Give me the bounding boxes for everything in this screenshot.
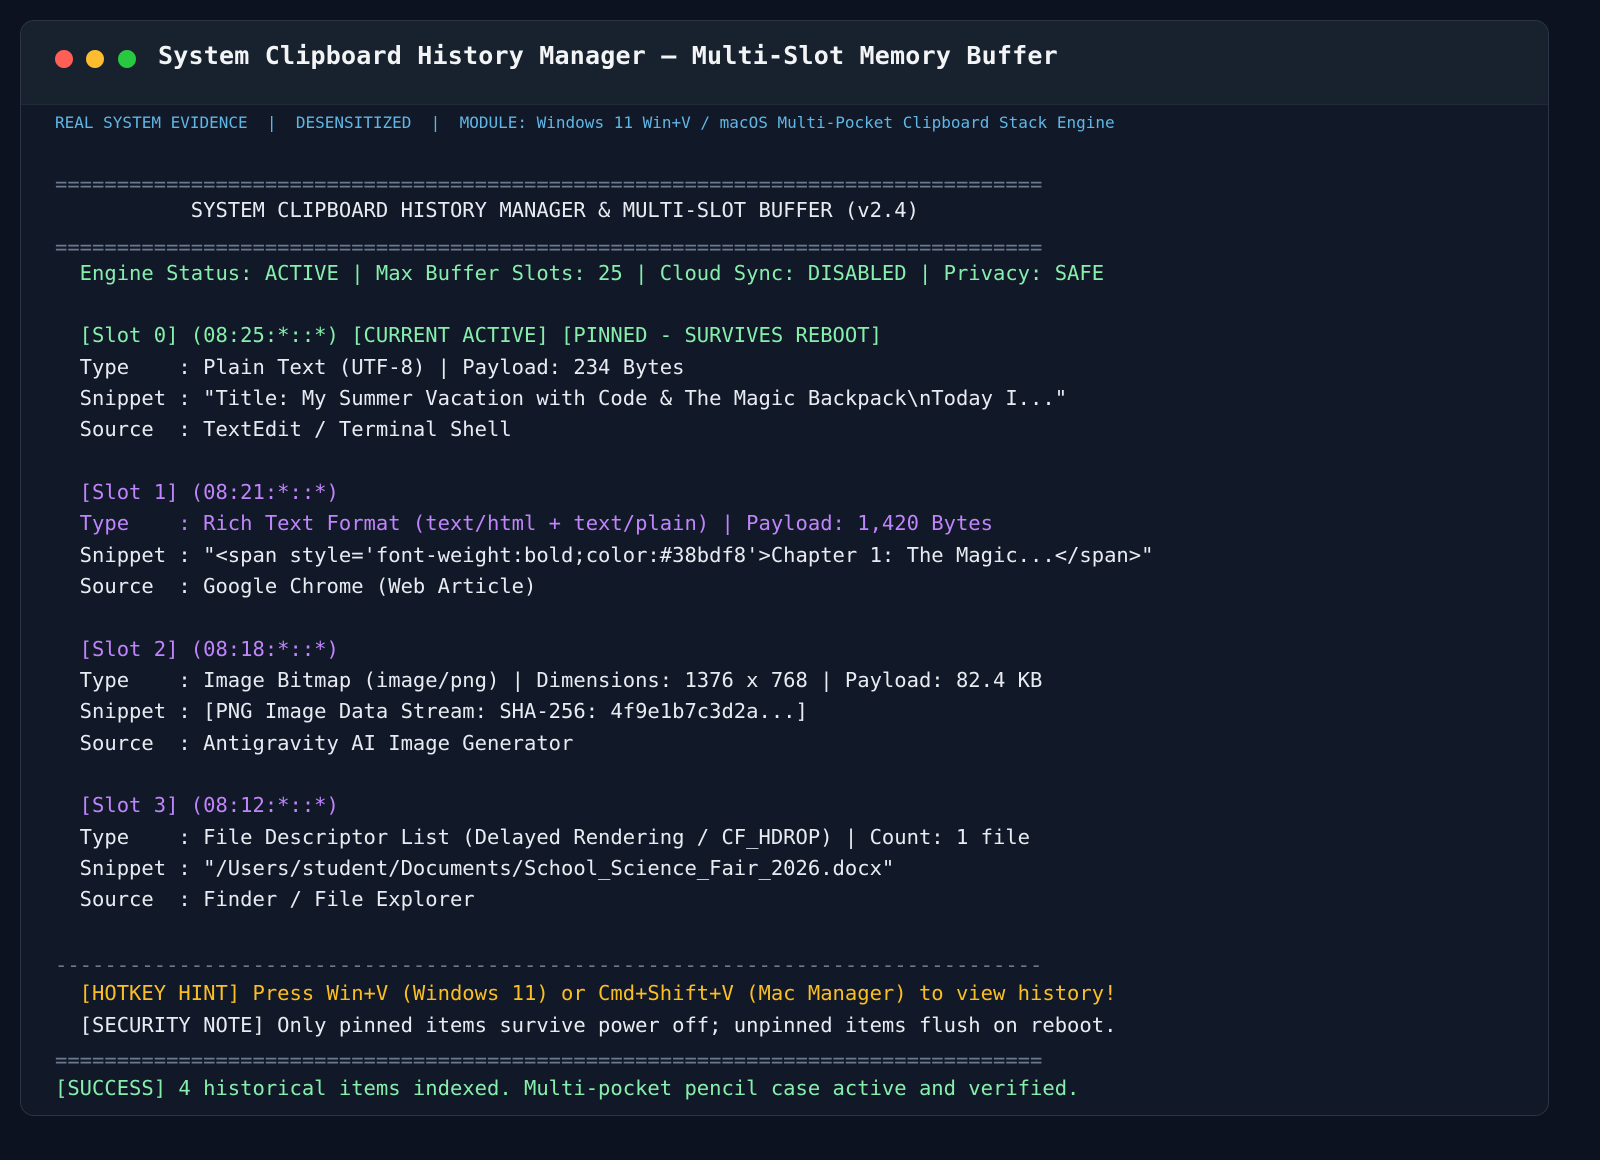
rule-header-bottom: ========================================… [55, 235, 1043, 259]
close-dot-icon[interactable] [55, 50, 73, 68]
slot-2-snippet: Snippet : [PNG Image Data Stream: SHA-25… [55, 699, 808, 723]
slot-0-header: [Slot 0] (08:25:*::*) [CURRENT ACTIVE] [… [55, 323, 882, 347]
rule-separator: ----------------------------------------… [55, 953, 1043, 977]
minimize-dot-icon[interactable] [86, 50, 104, 68]
rule-top: ========================================… [55, 172, 1043, 196]
slot-1-snippet: Snippet : "<span style='font-weight:bold… [55, 543, 1154, 567]
slot-1-source: Source : Google Chrome (Web Article) [55, 574, 537, 598]
slot-2-source: Source : Antigravity AI Image Generator [55, 731, 574, 755]
slot-2-type: Type : Image Bitmap (image/png) | Dimens… [55, 668, 1043, 692]
slot-1-header: [Slot 1] (08:21:*::*) [55, 480, 339, 504]
slot-0-type: Type : Plain Text (UTF-8) | Payload: 234… [55, 355, 685, 379]
security-note-line: [SECURITY NOTE] Only pinned items surviv… [55, 1013, 1117, 1037]
terminal-header: SYSTEM CLIPBOARD HISTORY MANAGER & MULTI… [55, 198, 919, 222]
slot-3-snippet: Snippet : "/Users/student/Documents/Scho… [55, 856, 895, 880]
slot-2-header: [Slot 2] (08:18:*::*) [55, 637, 339, 661]
title-bar: System Clipboard History Manager — Multi… [21, 21, 1548, 105]
rule-bottom: ========================================… [55, 1048, 1043, 1072]
evidence-meta-line: REAL SYSTEM EVIDENCE | DESENSITIZED | MO… [55, 113, 1115, 132]
engine-status-line: Engine Status: ACTIVE | Max Buffer Slots… [55, 261, 1105, 285]
slot-1-type: Type : Rich Text Format (text/html + tex… [55, 511, 993, 535]
maximize-dot-icon[interactable] [118, 50, 136, 68]
slot-0-source: Source : TextEdit / Terminal Shell [55, 417, 512, 441]
slot-0-snippet: Snippet : "Title: My Summer Vacation wit… [55, 386, 1068, 410]
slot-3-source: Source : Finder / File Explorer [55, 887, 475, 911]
hotkey-hint-line: [HOTKEY HINT] Press Win+V (Windows 11) o… [55, 981, 1117, 1005]
window-title: System Clipboard History Manager — Multi… [158, 41, 1058, 70]
terminal-content: REAL SYSTEM EVIDENCE | DESENSITIZED | MO… [21, 104, 1548, 1115]
slot-3-header: [Slot 3] (08:12:*::*) [55, 793, 339, 817]
success-line: [SUCCESS] 4 historical items indexed. Mu… [55, 1076, 1080, 1100]
terminal-window: System Clipboard History Manager — Multi… [20, 20, 1549, 1116]
slot-3-type: Type : File Descriptor List (Delayed Ren… [55, 825, 1031, 849]
